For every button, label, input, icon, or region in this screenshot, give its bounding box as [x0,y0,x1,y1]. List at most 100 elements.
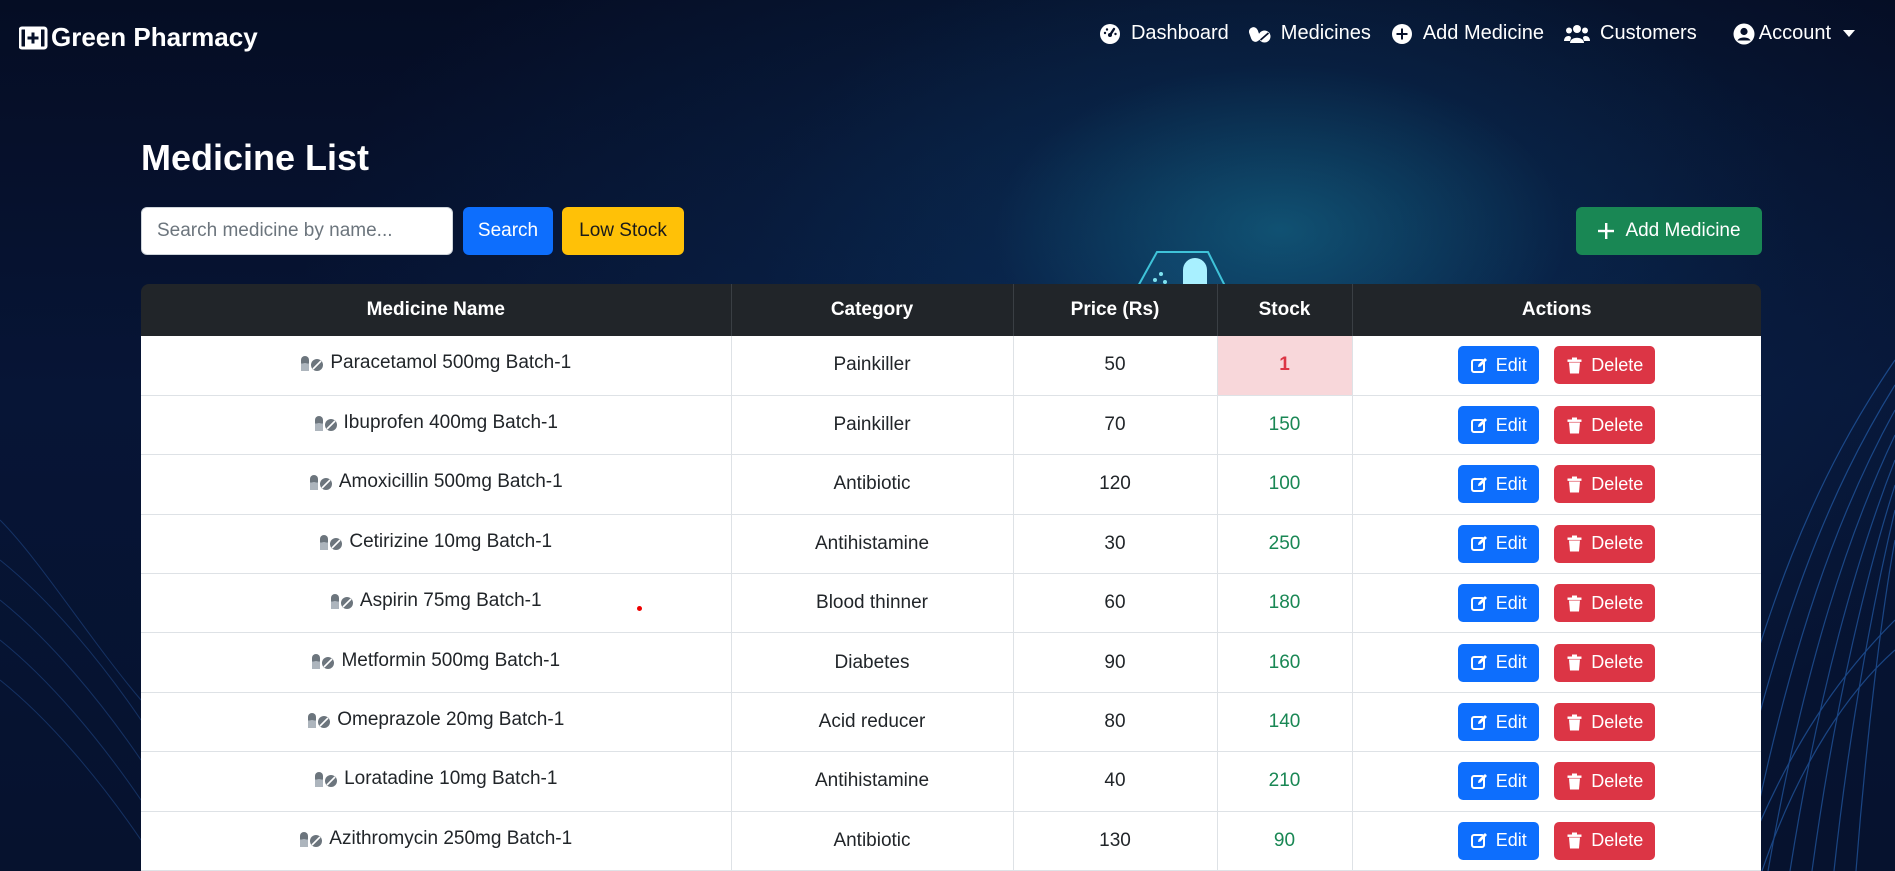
plus-circle-icon [1391,23,1412,44]
table-header: Medicine Name Category Price (Rs) Stock … [141,284,1761,336]
edit-label: Edit [1495,473,1527,494]
low-stock-button[interactable]: Low Stock [562,207,684,255]
edit-button[interactable]: Edit [1458,524,1540,563]
edit-icon [1470,714,1487,730]
capsules-icon [1248,26,1271,42]
plus-icon [1598,223,1615,239]
edit-icon [1470,833,1487,849]
edit-button[interactable]: Edit [1458,821,1540,860]
delete-label: Delete [1591,592,1644,613]
brand[interactable]: Green Pharmacy [19,22,258,53]
price-cell: 80 [1013,692,1218,753]
edit-button[interactable]: Edit [1458,584,1540,623]
search-button[interactable]: Search [463,207,553,255]
delete-label: Delete [1591,473,1644,494]
delete-label: Delete [1591,830,1644,851]
delete-label: Delete [1591,770,1644,791]
delete-button[interactable]: Delete [1554,703,1656,742]
edit-label: Edit [1495,354,1527,375]
add-medicine-label: Add Medicine [1625,220,1741,241]
table-row: Aspirin 75mg Batch-1 Blood thinner 60 18… [141,573,1761,634]
medicine-name: Amoxicillin 500mg Batch-1 [338,471,563,493]
edit-button[interactable]: Edit [1458,762,1540,801]
stock-cell: 1 [1217,336,1353,396]
table-row: Cetirizine 10mg Batch-1 Antihistamine 30… [141,514,1761,575]
stock-cell: 160 [1217,632,1353,693]
category-cell: Antibiotic [731,454,1014,515]
pills-icon [315,772,338,788]
delete-button[interactable]: Delete [1554,406,1656,445]
column-header-actions: Actions [1352,284,1761,336]
delete-button[interactable]: Delete [1554,346,1656,385]
edit-label: Edit [1495,830,1527,851]
nav-medicines[interactable]: Medicines [1248,22,1371,45]
pills-icon [300,831,323,847]
stock-cell: 150 [1217,395,1353,456]
medicine-name-cell: Cetirizine 10mg Batch-1 [141,514,732,575]
delete-label: Delete [1591,711,1644,732]
nav-customers-label: Customers [1600,22,1697,44]
column-header-name: Medicine Name [141,284,732,336]
medicine-name-cell: Loratadine 10mg Batch-1 [141,751,732,812]
edit-icon [1470,476,1487,492]
caret-down-icon [1843,30,1855,37]
edit-icon [1470,655,1487,671]
delete-button[interactable]: Delete [1554,643,1656,682]
price-cell: 120 [1013,454,1218,515]
account-dropdown[interactable]: Account [1733,22,1855,45]
actions-cell: Edit Delete [1352,454,1761,515]
edit-button[interactable]: Edit [1458,643,1540,682]
nav-customers[interactable]: Customers [1564,22,1697,45]
actions-cell: Edit Delete [1352,751,1761,812]
pills-icon [330,594,353,610]
edit-label: Edit [1495,414,1527,435]
medicine-name: Ibuprofen 400mg Batch-1 [343,412,558,434]
edit-button[interactable]: Edit [1458,465,1540,504]
nav-medicines-label: Medicines [1280,22,1371,44]
stock-cell: 90 [1217,811,1353,871]
stock-cell: 140 [1217,692,1353,753]
delete-button[interactable]: Delete [1554,584,1656,623]
edit-button[interactable]: Edit [1458,346,1540,385]
edit-button[interactable]: Edit [1458,703,1540,742]
trash-icon [1567,595,1582,612]
edit-label: Edit [1495,533,1527,554]
edit-label: Edit [1495,711,1527,732]
delete-button[interactable]: Delete [1554,465,1656,504]
pills-icon [309,475,332,491]
delete-button[interactable]: Delete [1554,524,1656,563]
actions-cell: Edit Delete [1352,514,1761,575]
price-cell: 30 [1013,514,1218,575]
delete-button[interactable]: Delete [1554,762,1656,801]
price-cell: 40 [1013,751,1218,812]
trash-icon [1567,417,1582,434]
search-input[interactable] [141,207,453,255]
medicine-name: Paracetamol 500mg Batch-1 [330,352,572,374]
medicine-table: Medicine Name Category Price (Rs) Stock … [141,284,1761,871]
actions-cell: Edit Delete [1352,692,1761,753]
table-row: Paracetamol 500mg Batch-1 Painkiller 50 … [141,336,1761,396]
trash-icon [1567,476,1582,493]
nav-dashboard-label: Dashboard [1130,22,1229,44]
category-cell: Diabetes [731,632,1014,693]
add-medicine-button[interactable]: Add Medicine [1576,207,1762,255]
table-row: Loratadine 10mg Batch-1 Antihistamine 40… [141,751,1761,812]
delete-label: Delete [1591,414,1644,435]
edit-button[interactable]: Edit [1458,406,1540,445]
edit-label: Edit [1495,592,1527,613]
brand-name: Green Pharmacy [51,22,258,52]
column-header-stock: Stock [1217,284,1353,336]
nav-dashboard[interactable]: Dashboard [1099,22,1229,45]
edit-label: Edit [1495,770,1527,791]
nav-links: Dashboard Medicines Add Medicine Custome… [1079,22,1855,45]
nav-add-medicine[interactable]: Add Medicine [1391,22,1544,45]
edit-icon [1470,417,1487,433]
user-circle-icon [1733,23,1755,44]
category-cell: Blood thinner [731,573,1014,634]
category-cell: Painkiller [731,395,1014,456]
medicine-name: Azithromycin 250mg Batch-1 [329,827,573,849]
account-label: Account [1758,22,1831,44]
delete-button[interactable]: Delete [1554,821,1656,860]
medicine-name-cell: Paracetamol 500mg Batch-1 [141,336,732,396]
stock-cell: 210 [1217,751,1353,812]
